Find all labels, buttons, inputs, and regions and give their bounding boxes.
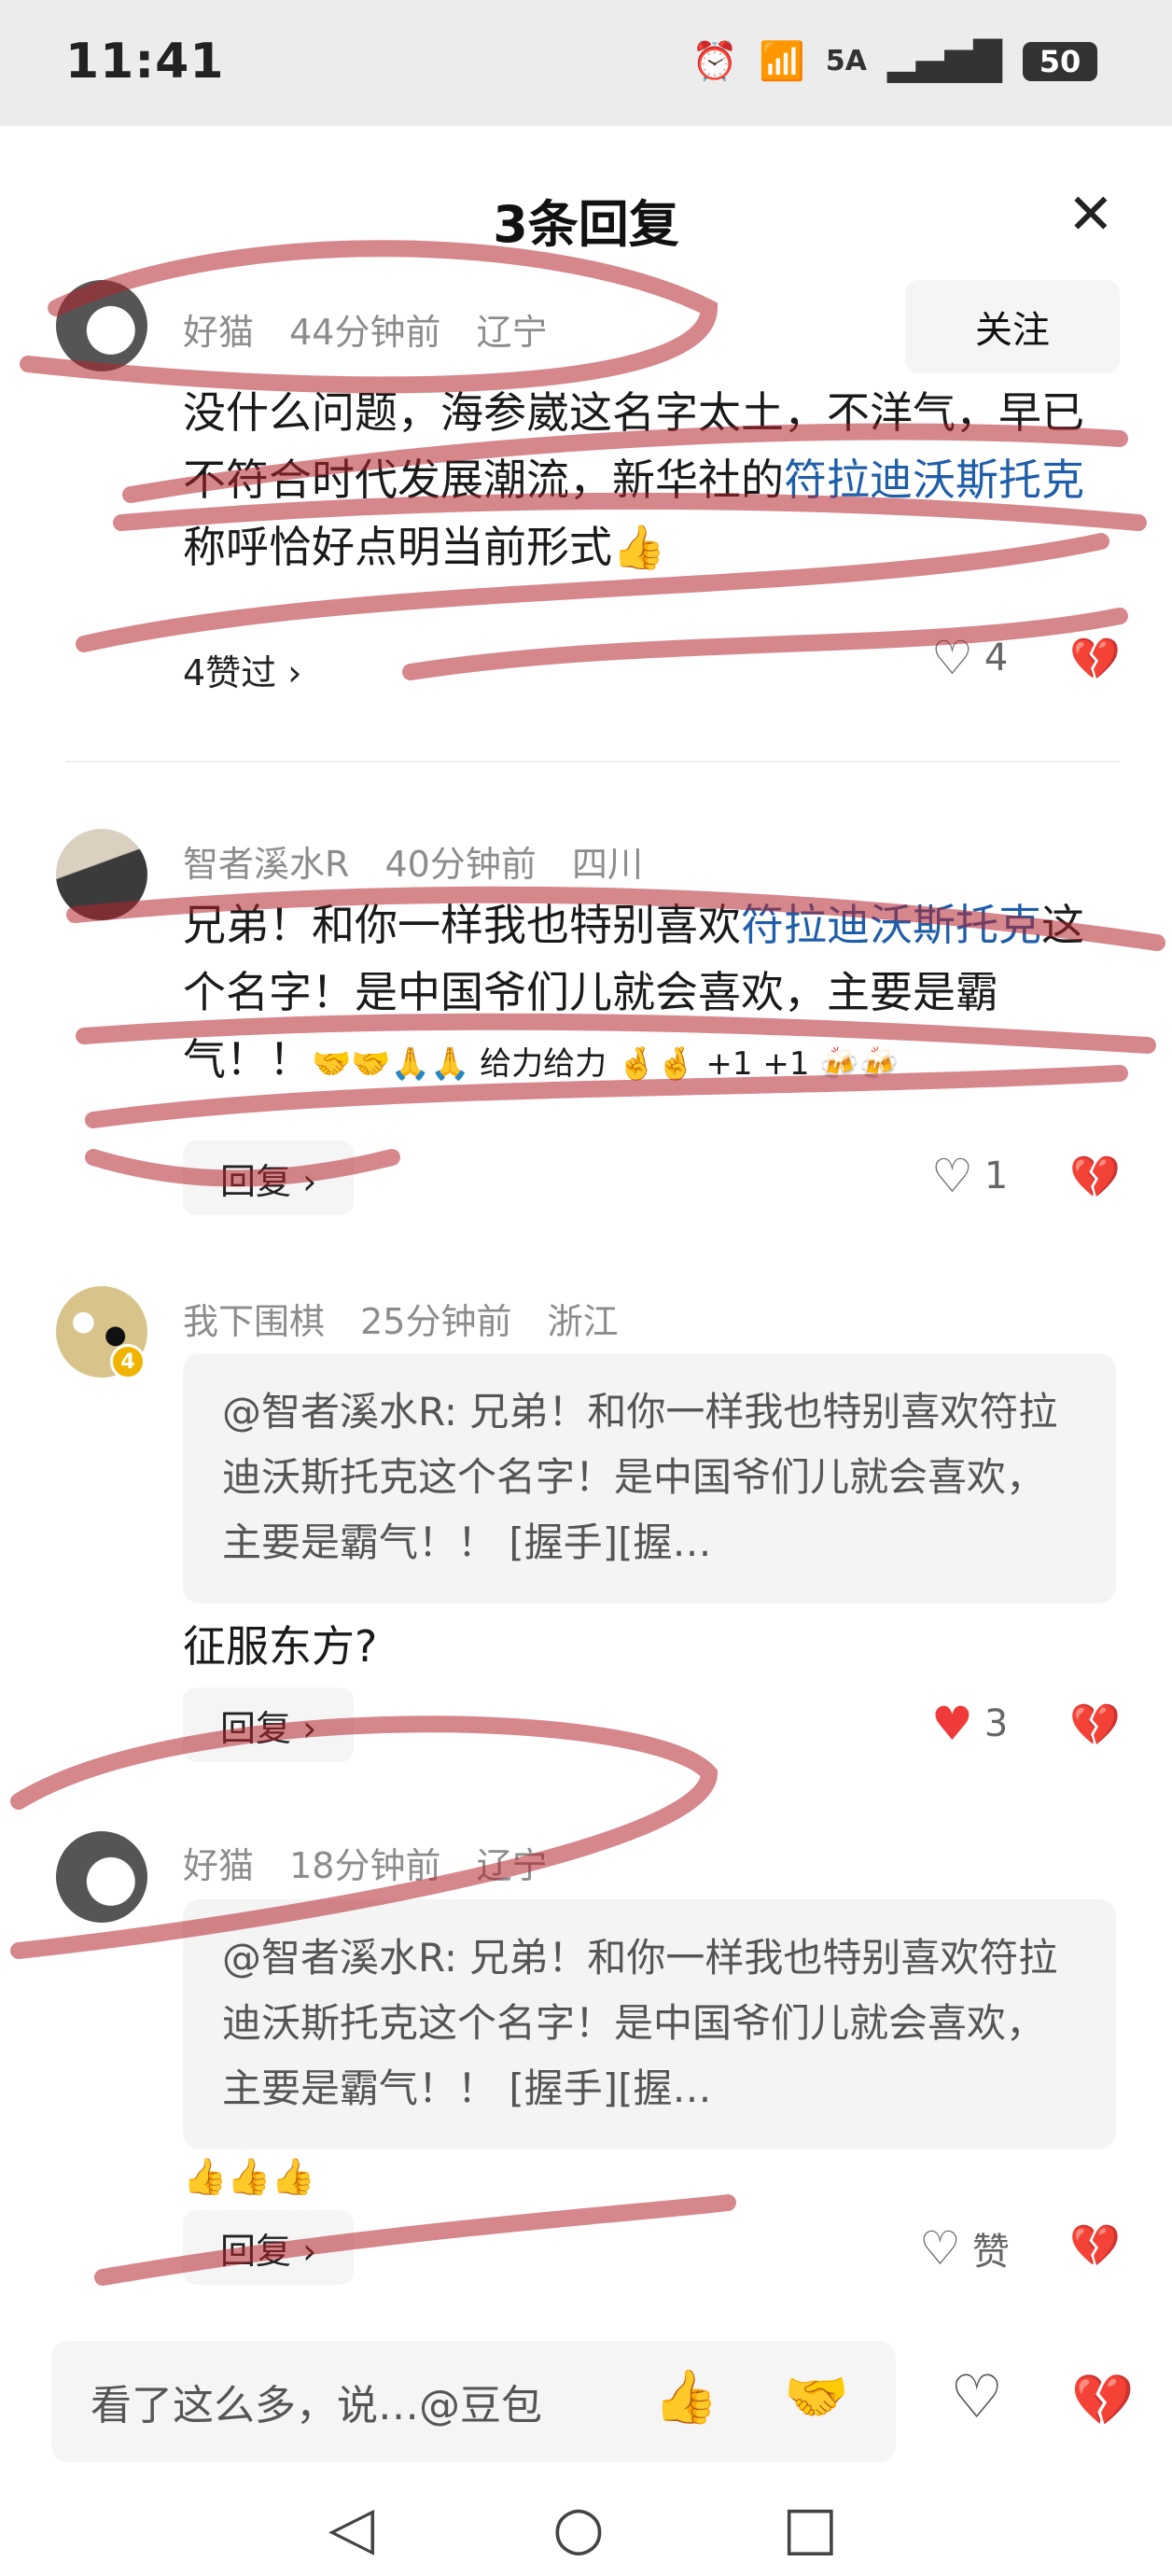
page-title: 3条回复 xyxy=(493,195,679,254)
scribble-stroke xyxy=(402,608,1128,680)
heart-icon: ♡ xyxy=(919,2221,961,2275)
broken-heart-icon[interactable]: 💔 xyxy=(1069,635,1121,683)
location: 辽宁 xyxy=(476,312,548,353)
comment-meta: 好猫 44分钟前 辽宁 xyxy=(183,303,572,355)
comment-meta: 智者溪水R 40分钟前 四川 xyxy=(183,835,667,887)
hashtag-link[interactable]: 符拉迪沃斯托克 xyxy=(741,900,1041,950)
avatar[interactable] xyxy=(56,1831,147,1923)
like-button[interactable]: ♡ 1 xyxy=(931,1153,1008,1199)
timestamp: 44分钟前 xyxy=(289,312,441,353)
comment-text: 兄弟！和你一样我也特别喜欢符拉迪沃斯托克这个名字！是中国爷们儿就会喜欢，主要是霸… xyxy=(183,891,1116,1098)
like-button[interactable]: ♡ 4 xyxy=(931,635,1008,681)
close-icon[interactable]: ✕ xyxy=(1067,187,1114,243)
comment-input[interactable]: 看了这么多，说…@豆包 xyxy=(51,2341,896,2462)
location: 浙江 xyxy=(547,1301,619,1342)
follow-button[interactable]: 关注 xyxy=(905,280,1120,373)
system-nav-bar: ◁ ○ □ xyxy=(0,2483,1172,2576)
like-button[interactable]: ♥ 3 xyxy=(931,1701,1008,1747)
broken-heart-icon[interactable]: 💔 xyxy=(1069,2221,1121,2270)
username[interactable]: 我下围棋 xyxy=(183,1301,325,1342)
back-icon[interactable]: ◁ xyxy=(328,2494,374,2563)
timestamp: 18分钟前 xyxy=(289,1845,441,1886)
status-bar: 11:41 ⏰ 📶 5A ▂▄▆█ 50 xyxy=(0,0,1172,126)
timestamp: 25分钟前 xyxy=(360,1301,512,1342)
comment-text: 征服东方? xyxy=(183,1621,378,1672)
battery-indicator: 50 xyxy=(1023,41,1097,81)
like-count: 4 xyxy=(984,637,1009,679)
comment-text-part: 兄弟！和你一样我也特别喜欢 xyxy=(183,900,741,950)
avatar[interactable] xyxy=(56,280,147,371)
like-button[interactable]: ♡ 赞 xyxy=(919,2221,1010,2275)
signal-icon: ▂▄▆█ xyxy=(886,39,1002,83)
username[interactable]: 好猫 xyxy=(183,1845,254,1886)
wifi-icon: 📶 xyxy=(759,40,805,83)
broken-heart-icon[interactable]: 💔 xyxy=(1071,2371,1134,2430)
comment-meta: 好猫 18分钟前 辽宁 xyxy=(183,1837,572,1888)
heart-icon: ♥ xyxy=(931,1697,973,1751)
like-count: 赞 xyxy=(971,2231,1010,2274)
hashtag-link[interactable]: 符拉迪沃斯托克 xyxy=(784,455,1084,505)
heart-icon[interactable]: ♡ xyxy=(950,2363,1003,2432)
level-badge: 4 xyxy=(110,1344,146,1379)
location: 四川 xyxy=(571,844,643,885)
like-count: 3 xyxy=(984,1702,1009,1745)
comment-input-placeholder: 看了这么多，说…@豆包 xyxy=(91,2382,542,2429)
handshake-icon[interactable]: 🤝 xyxy=(784,2366,849,2428)
thumbs-up-icon[interactable]: 👍 xyxy=(653,2366,719,2428)
status-time: 11:41 xyxy=(65,34,225,90)
reply-button[interactable]: 回复 › xyxy=(183,2210,355,2285)
alarm-icon: ⏰ xyxy=(691,40,739,83)
divider xyxy=(65,761,1120,763)
comment-text: 没什么问题，海参崴这名字太土，不洋气，早已不符合时代发展潮流，新华社的符拉迪沃斯… xyxy=(183,379,1116,581)
quoted-comment[interactable]: @智者溪水R: 兄弟！和你一样我也特别喜欢符拉迪沃斯托克这个名字！是中国爷们儿就… xyxy=(183,1899,1116,2149)
reply-button[interactable]: 回复 › xyxy=(183,1687,355,1762)
heart-icon: ♡ xyxy=(931,631,973,685)
status-icons: ⏰ 📶 5A ▂▄▆█ 50 xyxy=(691,39,1097,83)
comment-text: 👍👍👍 xyxy=(183,2156,315,2197)
comment-meta: 我下围棋 25分钟前 浙江 xyxy=(183,1293,643,1344)
reply-button[interactable]: 回复 › xyxy=(183,1141,355,1215)
heart-icon: ♡ xyxy=(931,1149,973,1203)
username[interactable]: 智者溪水R xyxy=(183,844,349,885)
avatar[interactable] xyxy=(56,829,147,920)
location: 辽宁 xyxy=(476,1845,548,1886)
username[interactable]: 好猫 xyxy=(183,312,254,353)
like-count: 1 xyxy=(984,1155,1009,1197)
liked-by-link[interactable]: 4赞过 › xyxy=(183,644,301,695)
home-icon[interactable]: ○ xyxy=(552,2494,605,2563)
emoji-tail: 🤝🤝🙏🙏 给力给力 🤞🤞 +1 +1 🍻🍻 xyxy=(312,1045,899,1083)
comment-text-part: 称呼恰好点明当前形式👍 xyxy=(183,522,666,572)
timestamp: 40分钟前 xyxy=(384,844,537,885)
quoted-comment[interactable]: @智者溪水R: 兄弟！和你一样我也特别喜欢符拉迪沃斯托克这个名字！是中国爷们儿就… xyxy=(183,1353,1116,1603)
broken-heart-icon[interactable]: 💔 xyxy=(1069,1701,1121,1749)
broken-heart-icon[interactable]: 💔 xyxy=(1069,1153,1121,1201)
recents-icon[interactable]: □ xyxy=(782,2494,838,2563)
network-label: 5A xyxy=(825,45,867,77)
